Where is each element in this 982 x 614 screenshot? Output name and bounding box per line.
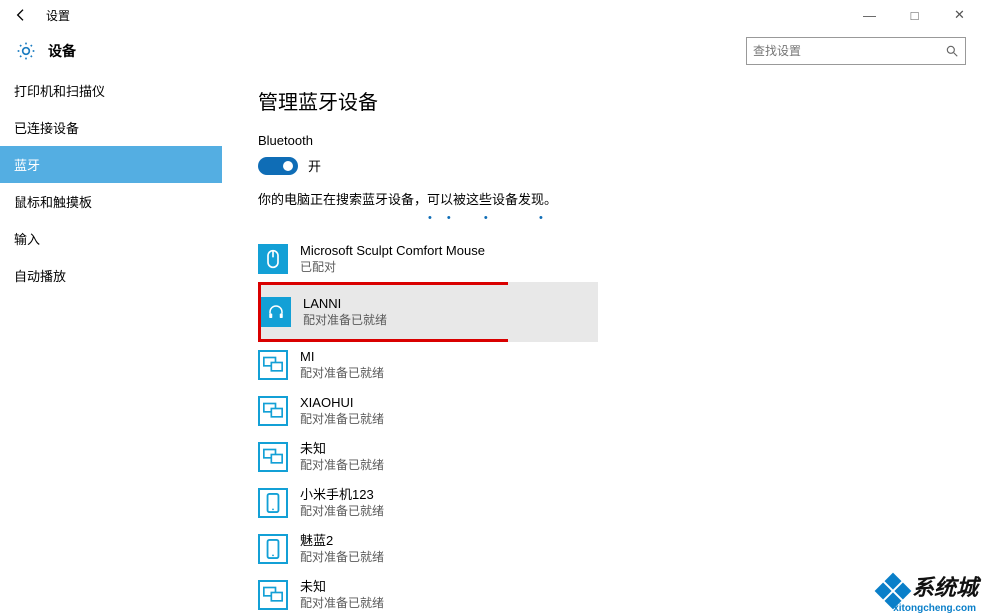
device-name: 未知: [300, 441, 384, 458]
window-title: 设置: [46, 7, 70, 24]
phone-icon: [258, 534, 288, 564]
device-row-4[interactable]: 未知配对准备已就绪: [258, 434, 592, 480]
screens-icon: [258, 580, 288, 610]
sidebar: 打印机和扫描仪已连接设备蓝牙鼠标和触摸板输入自动播放: [0, 72, 222, 614]
device-name: 未知: [300, 579, 384, 596]
screens-icon: [258, 442, 288, 472]
sidebar-item-2[interactable]: 蓝牙: [0, 146, 222, 183]
phone-icon: [258, 488, 288, 518]
device-status: 配对准备已就绪: [300, 550, 384, 566]
device-status: 配对准备已就绪: [300, 458, 384, 474]
mouse-icon: [258, 244, 288, 274]
device-row-0[interactable]: Microsoft Sculpt Comfort Mouse已配对: [258, 236, 592, 282]
gear-icon: [16, 41, 36, 61]
watermark-text-en: xitongcheng.com: [893, 603, 976, 614]
device-row-3[interactable]: XIAOHUI配对准备已就绪: [258, 388, 592, 434]
maximize-button[interactable]: □: [892, 0, 937, 30]
device-status: 配对准备已就绪: [300, 596, 384, 612]
device-name: Microsoft Sculpt Comfort Mouse: [300, 243, 485, 260]
device-status: 配对准备已就绪: [303, 313, 387, 329]
main: 打印机和扫描仪已连接设备蓝牙鼠标和触摸板输入自动播放 管理蓝牙设备 Blueto…: [0, 72, 982, 614]
device-row-2[interactable]: MI配对准备已就绪: [258, 342, 592, 388]
device-name: 小米手机123: [300, 487, 384, 504]
search-icon: [945, 44, 959, 58]
titlebar: 设置 — □ ✕: [0, 0, 982, 30]
device-info: 未知配对准备已就绪: [300, 441, 384, 473]
window-controls: — □ ✕: [847, 0, 982, 30]
sidebar-item-label: 自动播放: [14, 266, 66, 285]
header-title: 设备: [48, 41, 76, 61]
screens-icon: [258, 350, 288, 380]
device-info: MI配对准备已就绪: [300, 349, 384, 381]
device-name: LANNI: [303, 296, 387, 313]
device-row-5[interactable]: 小米手机123配对准备已就绪: [258, 480, 592, 526]
sidebar-item-1[interactable]: 已连接设备: [0, 109, 222, 146]
minimize-button[interactable]: —: [847, 0, 892, 30]
device-list: Microsoft Sculpt Comfort Mouse已配对LANNI配对…: [258, 236, 982, 614]
bluetooth-toggle-row: 开: [258, 156, 982, 175]
device-name: MI: [300, 349, 384, 366]
watermark: 系统城 xitongcheng.com: [880, 570, 978, 612]
toggle-state-label: 开: [308, 156, 321, 175]
device-status: 配对准备已就绪: [300, 504, 384, 520]
sidebar-item-label: 鼠标和触摸板: [14, 192, 92, 211]
scan-status-text: 你的电脑正在搜索蓝牙设备，可以被这些设备发现。: [258, 189, 982, 208]
screens-icon: [258, 396, 288, 426]
bluetooth-label: Bluetooth: [258, 133, 982, 148]
device-row-7[interactable]: 未知配对准备已就绪: [258, 572, 592, 614]
arrow-left-icon: [13, 7, 29, 23]
search-box[interactable]: [746, 37, 966, 65]
device-row-1[interactable]: LANNI配对准备已就绪: [258, 282, 511, 342]
sidebar-item-label: 蓝牙: [14, 155, 40, 174]
device-info: Microsoft Sculpt Comfort Mouse已配对: [300, 243, 485, 275]
sidebar-item-label: 输入: [14, 229, 40, 248]
device-info: 魅蓝2配对准备已就绪: [300, 533, 384, 565]
device-status: 配对准备已就绪: [300, 412, 384, 428]
scanning-dots-icon: • • • •: [428, 212, 982, 224]
close-button[interactable]: ✕: [937, 0, 982, 30]
device-info: LANNI配对准备已就绪: [303, 296, 387, 328]
sidebar-item-0[interactable]: 打印机和扫描仪: [0, 72, 222, 109]
page-title: 管理蓝牙设备: [258, 86, 982, 115]
device-info: XIAOHUI配对准备已就绪: [300, 395, 384, 427]
sidebar-item-5[interactable]: 自动播放: [0, 257, 222, 294]
toggle-knob: [283, 161, 293, 171]
sidebar-item-3[interactable]: 鼠标和触摸板: [0, 183, 222, 220]
device-status: 配对准备已就绪: [300, 366, 384, 382]
content: 管理蓝牙设备 Bluetooth 开 你的电脑正在搜索蓝牙设备，可以被这些设备发…: [222, 72, 982, 614]
sidebar-item-label: 打印机和扫描仪: [14, 81, 105, 100]
bluetooth-toggle[interactable]: [258, 157, 298, 175]
back-button[interactable]: [8, 2, 34, 28]
header-row: 设备: [0, 30, 982, 72]
device-info: 小米手机123配对准备已就绪: [300, 487, 384, 519]
watermark-text-cn: 系统城: [912, 575, 978, 600]
device-row-6[interactable]: 魅蓝2配对准备已就绪: [258, 526, 592, 572]
sidebar-item-label: 已连接设备: [14, 118, 79, 137]
device-info: 未知配对准备已就绪: [300, 579, 384, 611]
search-input[interactable]: [753, 44, 945, 58]
sidebar-item-4[interactable]: 输入: [0, 220, 222, 257]
device-status: 已配对: [300, 260, 485, 276]
headset-icon: [261, 297, 291, 327]
device-name: XIAOHUI: [300, 395, 384, 412]
device-name: 魅蓝2: [300, 533, 384, 550]
